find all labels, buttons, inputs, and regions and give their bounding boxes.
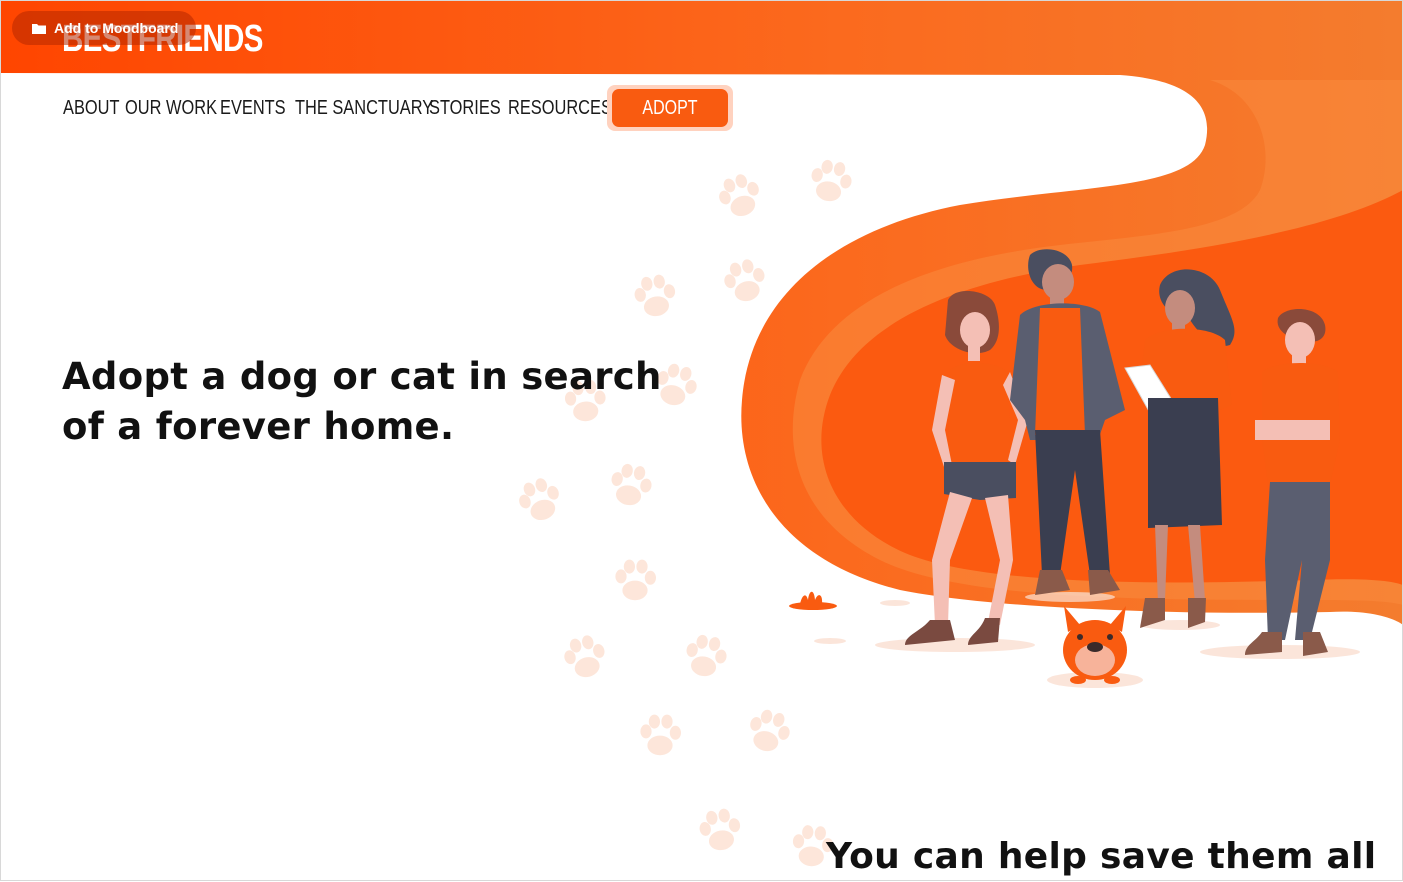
- nav-item-events[interactable]: EVENTS: [220, 92, 286, 124]
- folder-icon: [32, 23, 46, 34]
- paw-print-icon: [615, 559, 656, 601]
- nav-item-our-work[interactable]: OUR WORK: [125, 92, 217, 124]
- paw-print-icon: [631, 272, 679, 320]
- adopt-button-label: ADOPT: [642, 97, 698, 119]
- paw-print-icon: [682, 632, 730, 680]
- paw-print-icon: [560, 631, 610, 682]
- people-with-dog-illustration: [789, 249, 1340, 684]
- paw-print-icon: [744, 706, 795, 757]
- nav-item-the-sanctuary[interactable]: THE SANCTUARY: [295, 92, 433, 124]
- section-title-save-them: You can help save them all: [826, 836, 1377, 877]
- person-man-arms-crossed: [1245, 308, 1340, 656]
- nav-item-about[interactable]: ABOUT: [63, 92, 120, 124]
- nav-item-resources[interactable]: RESOURCES: [508, 92, 612, 124]
- person-woman-paper: [1124, 269, 1235, 628]
- adopt-button[interactable]: ADOPT: [612, 89, 728, 127]
- paw-print-icon: [807, 157, 855, 205]
- person-man-jacket: [1010, 249, 1125, 595]
- paw-print-icon: [607, 461, 655, 509]
- person-woman-left: [905, 290, 1028, 645]
- plant-icon: [789, 591, 837, 610]
- adopt-button-outline: ADOPT: [607, 85, 733, 131]
- moodboard-label: Add to Moodboard: [54, 20, 179, 36]
- paw-print-icon: [713, 169, 766, 222]
- paw-print-icon: [720, 255, 770, 306]
- paw-print-icon: [696, 806, 744, 854]
- hero-title: Adopt a dog or cat in search of a foreve…: [62, 355, 662, 448]
- add-to-moodboard-button[interactable]: Add to Moodboard: [12, 11, 196, 45]
- paw-print-icon: [513, 473, 566, 526]
- corgi-dog-icon: [1063, 606, 1127, 684]
- paw-print-icon: [640, 714, 681, 756]
- nav-item-stories[interactable]: STORIES: [429, 92, 501, 124]
